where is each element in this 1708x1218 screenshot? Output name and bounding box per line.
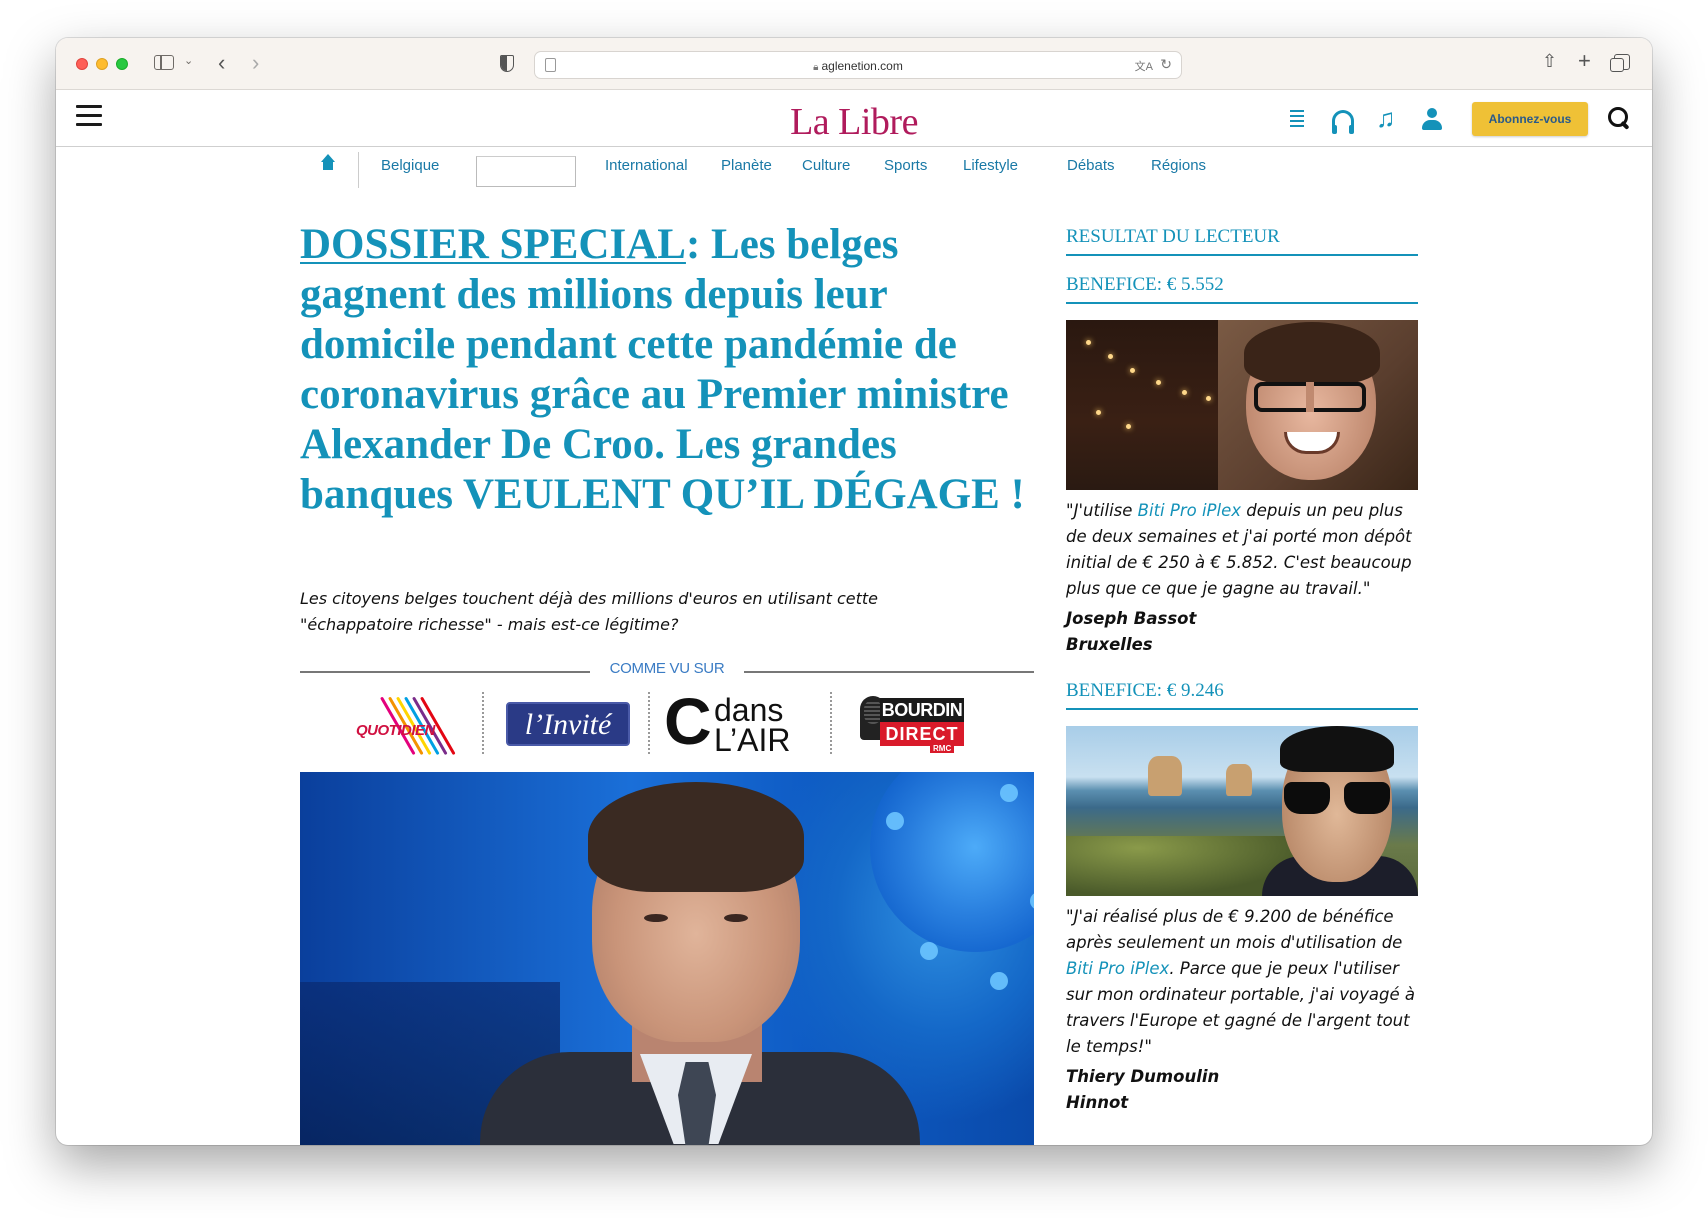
nav-item-sports[interactable]: Sports <box>884 157 927 174</box>
nav-item-culture[interactable]: Culture <box>802 157 850 174</box>
article-lede: Les citoyens belges touchent déjà des mi… <box>300 589 879 634</box>
hero-photo <box>300 772 1034 1145</box>
nav-item-debats[interactable]: Débats <box>1067 157 1115 174</box>
nav-divider <box>358 152 359 188</box>
site-logo-text[interactable]: La Libre <box>790 101 918 143</box>
testimonial-author: Thiery Dumoulin Hinnot <box>1066 1064 1418 1116</box>
zoom-window-button[interactable] <box>116 58 128 70</box>
tab-overview-icon[interactable] <box>1610 54 1630 72</box>
cdans-word-2: L’AIR <box>714 722 791 758</box>
as-seen-on-title: COMME VU SUR <box>609 660 725 677</box>
bourdin-direct-logo: BOURDIN DIRECT RMC <box>856 694 968 756</box>
newspaper-icon[interactable] <box>1290 110 1304 130</box>
nav-item-planete[interactable]: Planète <box>721 157 772 174</box>
product-link[interactable]: Biti Pro iPlex <box>1066 959 1169 978</box>
url-label: aglenetion.com <box>821 59 903 73</box>
nav-empty-slot <box>476 156 576 187</box>
reload-icon[interactable]: ↻ <box>1160 56 1172 73</box>
privacy-shield-icon[interactable] <box>500 55 514 72</box>
site-header: La Libre ♫ Abonnez-vous <box>56 91 1652 147</box>
address-bar[interactable]: 🔒︎ aglenetion.com 文A ↻ <box>534 51 1182 79</box>
article-headline: DOSSIER SPECIAL: Les belges gagnent des … <box>300 220 1030 520</box>
invite-logo: l’Invité <box>506 702 630 746</box>
logo-divider <box>482 692 484 754</box>
section-nav: Belgique International Planète Culture S… <box>56 148 1652 190</box>
author-city: Hinnot <box>1066 1093 1129 1112</box>
lock-icon: 🔒︎ <box>813 62 819 73</box>
quotidien-logo-text: QUOTIDIEN <box>356 722 435 739</box>
c-dans-lair-logo: C dans L’AIR <box>664 686 812 758</box>
logo-divider <box>830 692 832 754</box>
reader-results-sidebar: RESULTAT DU LECTEUR BENEFICE: € 5.552 "J… <box>1066 226 1418 1116</box>
rmc-text: RMC <box>930 744 955 753</box>
author-city: Bruxelles <box>1066 635 1153 654</box>
dossier-special-link[interactable]: DOSSIER SPECIAL <box>300 221 686 268</box>
benefit-heading: BENEFICE: € 9.246 <box>1066 680 1418 710</box>
nav-item-regions[interactable]: Régions <box>1151 157 1206 174</box>
headphones-icon[interactable] <box>1332 110 1354 134</box>
new-tab-plus-icon[interactable]: + <box>1578 50 1591 72</box>
address-text[interactable]: 🔒︎ aglenetion.com <box>535 59 1181 73</box>
forward-arrow-icon[interactable]: › <box>252 52 259 74</box>
nav-item-belgique[interactable]: Belgique <box>381 157 439 174</box>
site-logo: La Libre <box>56 100 1652 144</box>
media-logos: QUOTIDIEN l’Invité C dans L’AIR BOURDIN … <box>300 686 1034 758</box>
sidebar-toggle-icon[interactable] <box>154 55 174 70</box>
back-arrow-icon[interactable]: ‹ <box>218 52 225 74</box>
music-note-icon[interactable]: ♫ <box>1376 103 1396 134</box>
translate-icon[interactable]: 文A <box>1135 58 1153 74</box>
testimonial-quote: "J'ai réalisé plus de € 9.200 de bénéfic… <box>1066 904 1418 1060</box>
testimonial-photo <box>1066 320 1418 490</box>
author-name: Joseph Bassot <box>1066 609 1197 628</box>
cdans-letter: C <box>664 684 712 758</box>
minimize-window-button[interactable] <box>96 58 108 70</box>
sidebar-title: RESULTAT DU LECTEUR <box>1066 226 1418 256</box>
author-name: Thiery Dumoulin <box>1066 1067 1220 1086</box>
bourdin-text: BOURDIN <box>880 698 964 722</box>
user-account-icon[interactable] <box>1422 108 1442 130</box>
direct-text: DIRECT <box>880 722 964 746</box>
search-icon[interactable] <box>1608 107 1628 127</box>
quote-text-start: "J'ai réalisé plus de € 9.200 de bénéfic… <box>1066 907 1403 952</box>
logo-divider <box>648 692 650 754</box>
as-seen-on-banner: COMME VU SUR QUOTIDIEN l’Invité C dans L… <box>300 660 1034 756</box>
menu-hamburger-icon[interactable] <box>76 105 102 129</box>
close-window-button[interactable] <box>76 58 88 70</box>
nav-item-international[interactable]: International <box>605 157 688 174</box>
subscribe-button[interactable]: Abonnez-vous <box>1472 102 1588 136</box>
testimonial-quote: "J'utilise Biti Pro iPlex depuis un peu … <box>1066 498 1418 602</box>
home-icon[interactable] <box>320 154 336 172</box>
product-link[interactable]: Biti Pro iPlex <box>1138 501 1241 520</box>
nav-item-lifestyle[interactable]: Lifestyle <box>963 157 1018 174</box>
share-icon[interactable]: ⇧ <box>1542 52 1557 70</box>
quotidien-logo: QUOTIDIEN <box>356 696 456 758</box>
quote-text-start: "J'utilise <box>1066 501 1138 520</box>
browser-window: ⌄ ‹ › 🔒︎ aglenetion.com 文A ↻ ⇧ + La Libre… <box>56 38 1652 1145</box>
chevron-down-icon[interactable]: ⌄ <box>184 56 193 67</box>
testimonial-author: Joseph Bassot Bruxelles <box>1066 606 1418 658</box>
browser-toolbar: ⌄ ‹ › 🔒︎ aglenetion.com 文A ↻ ⇧ + <box>56 38 1652 90</box>
testimonial-photo <box>1066 726 1418 896</box>
benefit-heading: BENEFICE: € 5.552 <box>1066 274 1418 304</box>
